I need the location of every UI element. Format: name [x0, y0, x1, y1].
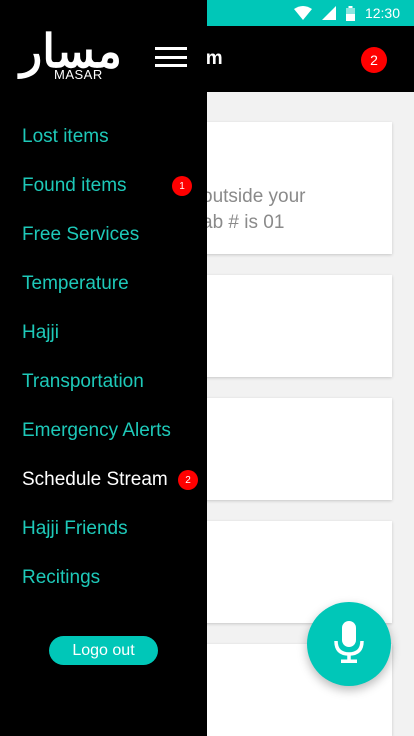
- menu-item-temperature[interactable]: Temperature: [0, 259, 207, 308]
- menu-item-label: Hajji Friends: [22, 517, 128, 539]
- menu-item-label: Lost items: [22, 125, 109, 147]
- notification-badge[interactable]: 2: [361, 47, 387, 73]
- menu-item-label: Emergency Alerts: [22, 419, 171, 441]
- navigation-drawer: مسار MASAR Lost items Found items 1 Free…: [0, 0, 207, 736]
- menu-item-transportation[interactable]: Transportation: [0, 357, 207, 406]
- menu-item-hajji-friends[interactable]: Hajji Friends: [0, 504, 207, 553]
- voice-button[interactable]: [307, 602, 391, 686]
- signal-icon: [321, 6, 336, 20]
- hamburger-icon[interactable]: [155, 44, 187, 70]
- menu-item-label: Transportation: [22, 370, 144, 392]
- menu-item-label: Hajji: [22, 321, 59, 343]
- menu-item-schedule-stream[interactable]: Schedule Stream 2: [0, 455, 207, 504]
- menu-item-label: Schedule Stream: [22, 468, 168, 490]
- stream-card[interactable]: [180, 398, 392, 500]
- card-line: outside your: [202, 186, 306, 207]
- menu-item-found-items[interactable]: Found items 1: [0, 161, 207, 210]
- menu-item-label: Recitings: [22, 566, 101, 588]
- menu-item-lost-items[interactable]: Lost items: [0, 112, 207, 161]
- menu-item-free-services[interactable]: Free Services: [0, 210, 207, 259]
- logout-button[interactable]: Logo out: [49, 636, 158, 665]
- menu-item-label: Found items: [22, 174, 127, 196]
- wifi-icon: [293, 6, 312, 20]
- masar-logo: مسار MASAR: [20, 26, 130, 86]
- menu-item-emergency-alerts[interactable]: Emergency Alerts: [0, 406, 207, 455]
- microphone-icon: [334, 620, 364, 668]
- card-line: ab # is 01: [202, 212, 285, 233]
- menu-item-recitings[interactable]: Recitings: [0, 553, 207, 602]
- battery-icon: [345, 5, 355, 21]
- menu-item-label: Free Services: [22, 223, 140, 245]
- status-time: 12:30: [364, 5, 400, 21]
- menu-item-hajji[interactable]: Hajji: [0, 308, 207, 357]
- logo-latin: MASAR: [54, 67, 103, 82]
- count-badge: 1: [172, 176, 192, 196]
- count-badge: 2: [178, 470, 198, 490]
- stream-card[interactable]: [180, 275, 392, 377]
- stream-card[interactable]: outside your ab # is 01: [180, 122, 392, 254]
- drawer-menu: Lost items Found items 1 Free Services T…: [0, 112, 207, 602]
- menu-item-label: Temperature: [22, 272, 129, 294]
